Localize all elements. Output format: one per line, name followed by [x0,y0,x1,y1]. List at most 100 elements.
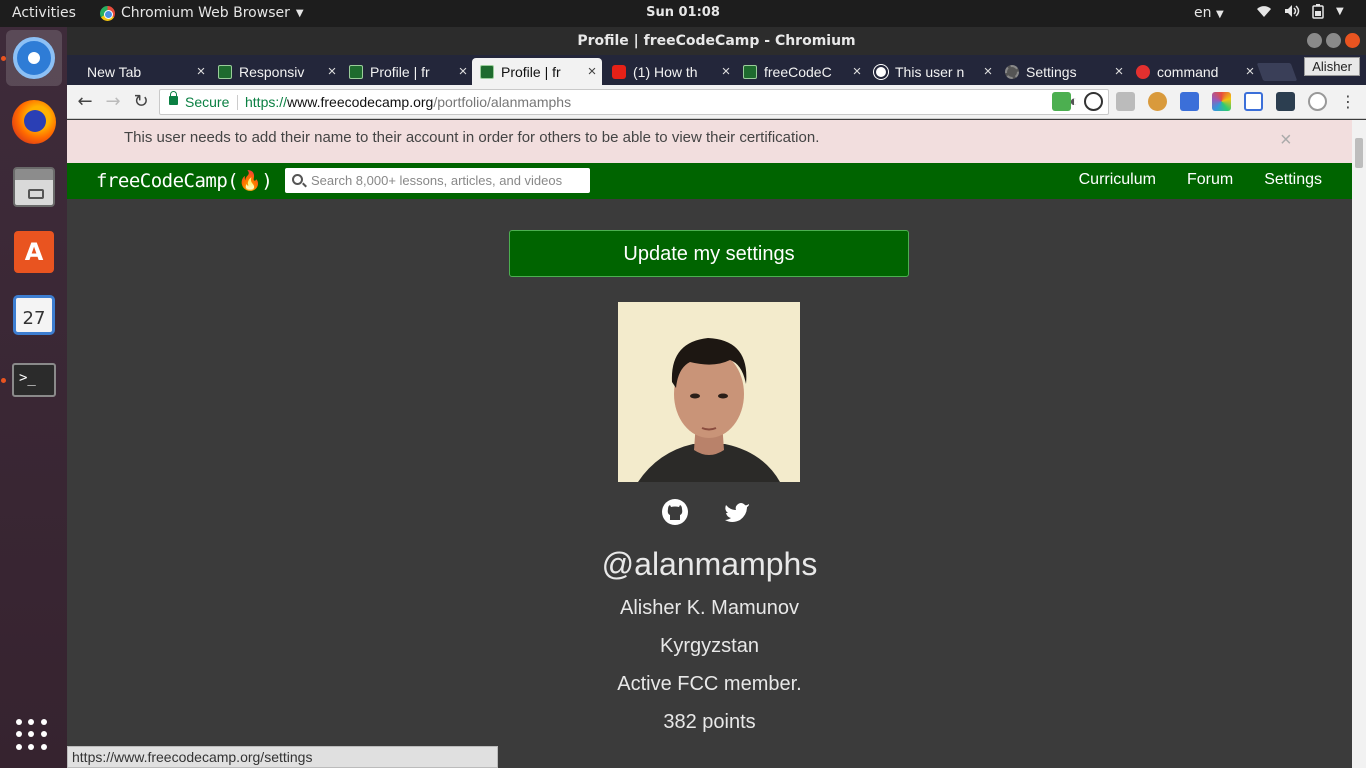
avatar [618,302,800,482]
url-text: https://www.freecodecamp.org/portfolio/a… [245,90,571,114]
nav-link-settings[interactable]: Settings [1264,171,1322,189]
askubuntu-icon [1136,64,1150,79]
language-indicator[interactable]: en ▼ [1194,5,1224,21]
dock-software[interactable]: A [6,224,62,280]
scrollbar-thumb[interactable] [1355,138,1363,168]
tab-responsive[interactable]: Responsiv × [210,58,342,85]
github-icon[interactable] [661,498,689,526]
profile-name: Alisher K. Mamunov [620,597,799,619]
loading-extension-icon[interactable] [1308,92,1327,111]
tab-close-icon[interactable]: × [978,63,998,80]
tab-youtube[interactable]: (1) How th × [604,58,736,85]
chromium-icon [13,37,55,79]
nav-links: Curriculum Forum Settings [1079,171,1322,189]
tab-strip: New Tab × Responsiv × Profile | fr × Pro… [67,55,1366,85]
page-viewport: This user needs to add their name to the… [67,120,1352,768]
tab-settings[interactable]: Settings × [997,58,1129,85]
application-dock: A 27 >_ [0,27,67,768]
running-indicator [1,378,6,383]
gear-icon [1005,64,1019,79]
system-tray[interactable]: ▼ [1256,4,1344,23]
dock-firefox[interactable] [6,94,62,150]
running-indicator [1,56,6,61]
tab-profile-active[interactable]: Profile | fr × [472,58,602,85]
fcc-icon [480,64,494,79]
tab-askubuntu[interactable]: command × [1128,58,1260,85]
files-icon [13,167,55,207]
profile-photo [618,302,800,482]
tab-close-icon[interactable]: × [453,63,473,80]
window-title: Profile | freeCodeCamp - Chromium [577,33,856,49]
chevron-down-icon: ▼ [1336,6,1344,17]
alert-close-button[interactable]: × [1280,129,1292,152]
software-center-icon: A [14,231,54,273]
reload-button[interactable]: ↻ [131,92,151,112]
chevron-down-icon: ▼ [295,7,304,19]
tab-new-tab[interactable]: New Tab × [79,58,211,85]
show-applications-button[interactable] [16,719,48,751]
tab-label: Profile | fr [501,63,561,80]
close-window-button[interactable] [1345,33,1360,48]
youtube-icon [612,64,626,79]
tab-close-icon[interactable]: × [582,63,602,80]
extension-icons: ⋮ [1052,92,1356,111]
tab-label: command [1157,63,1219,80]
tab-freecodecamp[interactable]: freeCodeC × [735,58,867,85]
new-tab-button[interactable] [1256,63,1298,81]
tab-counter-extension-icon[interactable] [1180,92,1199,111]
search-icon [292,174,303,185]
window-controls [1307,33,1360,48]
search-input[interactable]: Search 8,000+ lessons, articles, and vid… [285,168,590,193]
twitter-icon[interactable] [723,498,751,526]
app-menu[interactable]: Chromium Web Browser ▼ [100,5,304,21]
tab-close-icon[interactable]: × [322,63,342,80]
window-title-bar: Profile | freeCodeCamp - Chromium [67,27,1366,55]
profile-location: Kyrgyzstan [660,635,759,657]
tab-close-icon[interactable]: × [847,63,867,80]
dock-files[interactable] [6,159,62,215]
minimize-button[interactable] [1307,33,1322,48]
update-settings-button[interactable]: Update my settings [509,230,909,277]
fcc-logo[interactable]: freeCodeCamp(🔥) [96,169,273,192]
profile-button[interactable]: Alisher [1304,57,1360,76]
forward-button[interactable]: → [103,92,123,112]
dark-extension-icon[interactable] [1276,92,1295,111]
clock[interactable]: Sun 01:08 [646,5,720,20]
cookie-extension-icon[interactable] [1148,92,1167,111]
chromium-icon [100,5,115,21]
fcc-icon [743,64,757,79]
tab-github[interactable]: This user n × [866,58,998,85]
menu-kebab-icon[interactable]: ⋮ [1340,92,1356,111]
language-label: en [1194,5,1212,21]
github-icon [874,64,888,79]
address-bar[interactable]: Secure https://www.freecodecamp.org/port… [159,89,1109,115]
dock-calendar[interactable]: 27 [6,287,62,343]
tab-profile-1[interactable]: Profile | fr × [341,58,473,85]
terminal-icon: >_ [12,363,56,397]
color-picker-extension-icon[interactable] [1212,92,1231,111]
back-button[interactable]: ← [75,92,95,112]
tab-label: freeCodeC [764,63,832,80]
maximize-button[interactable] [1326,33,1341,48]
sheets-extension-icon[interactable] [1052,92,1071,111]
activities-button[interactable]: Activities [12,5,76,21]
reader-extension-icon[interactable] [1244,92,1263,111]
tab-close-icon[interactable]: × [1109,63,1129,80]
dock-chromium[interactable] [1,30,62,86]
dock-terminal[interactable]: >_ [1,352,62,408]
tab-label: New Tab [87,63,142,80]
sync-extension-icon[interactable] [1084,92,1103,111]
fcc-icon [349,64,363,79]
battery-icon [1312,4,1324,23]
nav-link-forum[interactable]: Forum [1187,171,1233,189]
url-scheme: https:// [245,94,288,110]
browser-toolbar: ← → ↻ Secure https://www.freecodecamp.or… [67,85,1366,119]
page-scrollbar[interactable] [1352,120,1366,768]
nav-link-curriculum[interactable]: Curriculum [1079,171,1156,189]
android-extension-icon[interactable] [1116,92,1135,111]
tab-close-icon[interactable]: × [716,63,736,80]
tab-label: (1) How th [633,63,698,80]
profile-username: @alanmamphs [601,546,818,582]
search-placeholder: Search 8,000+ lessons, articles, and vid… [311,173,563,188]
tab-close-icon[interactable]: × [191,63,211,80]
